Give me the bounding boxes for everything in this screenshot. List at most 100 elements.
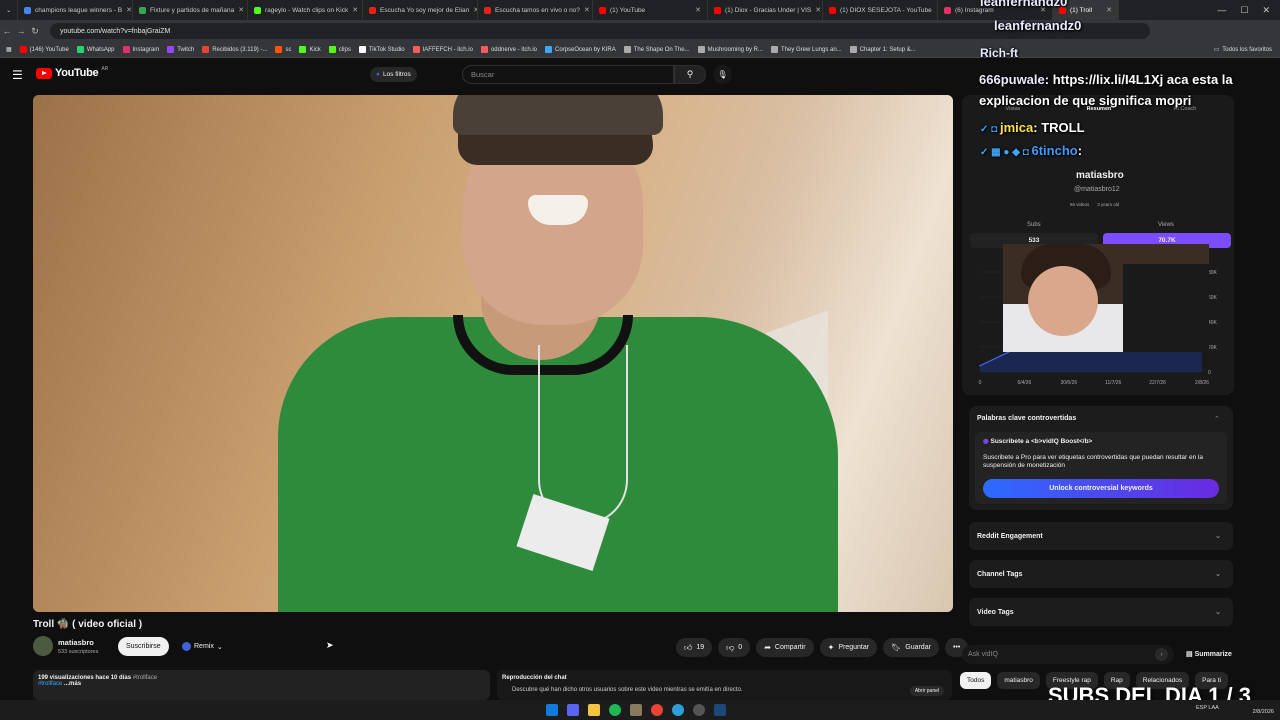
search-input[interactable]: Buscar — [462, 65, 674, 84]
chevron-up-icon[interactable]: ⌃ — [1214, 415, 1220, 423]
close-tab-icon[interactable]: ✕ — [1106, 6, 1112, 14]
ask-button[interactable]: ✦ Preguntar — [819, 638, 878, 657]
bookmark-item[interactable]: Kick — [299, 46, 321, 53]
filters-button[interactable]: ● Los filtros — [370, 67, 417, 82]
chip[interactable]: Todos — [960, 672, 992, 689]
mouse-cursor-icon: ➤ — [326, 640, 334, 650]
browser-tab[interactable]: (1) YouTube ✕ — [593, 0, 708, 20]
obs-icon[interactable] — [693, 704, 705, 716]
all-bookmarks-folder[interactable]: ▭ Todos los favoritos — [1214, 46, 1280, 54]
chevron-down-icon: ⌄ — [1215, 571, 1221, 578]
close-tab-icon[interactable]: ✕ — [126, 6, 132, 14]
apps-icon[interactable]: ▦ — [6, 46, 12, 53]
bookmark-item[interactable]: oddnerve - itch.io — [480, 46, 537, 53]
more-link[interactable]: ...más — [64, 681, 81, 687]
steam-icon[interactable] — [714, 704, 726, 716]
minimize-icon[interactable]: — — [1217, 5, 1226, 15]
system-tray[interactable]: 2/8/2026 — [1253, 702, 1274, 716]
youtube-logo[interactable]: YouTube AR — [36, 66, 108, 79]
tab-list-button[interactable]: ⌄ — [0, 0, 18, 20]
close-tab-icon[interactable]: ✕ — [352, 6, 358, 14]
close-tab-icon[interactable]: ✕ — [815, 6, 821, 14]
badge-icon: ✓ ▦ ● ◆ ◘ — [980, 147, 1032, 158]
send-icon[interactable]: › — [1155, 648, 1168, 661]
youtube-logo-text: YouTube — [55, 67, 99, 79]
browser-tab[interactable]: (1) DIOX SESEJOTA - YouTube✕ — [823, 0, 938, 20]
like-button[interactable]: 👍︎ 19 — [676, 638, 713, 657]
bookmark-item[interactable]: Mushrooming by R... — [697, 46, 763, 53]
chat-text: https://lix.li/I4L1Xj aca esta la — [1052, 72, 1233, 87]
section-channel-tags[interactable]: Channel Tags ⌄ — [969, 560, 1233, 588]
bookmark-label: The Shape On The... — [633, 46, 690, 53]
thumbs-up-icon: 👍︎ — [684, 642, 693, 652]
bookmark-item[interactable]: (146) YouTube — [19, 46, 69, 53]
forward-icon[interactable]: → — [14, 26, 28, 36]
browser-tab[interactable]: (1) Diox - Gracias Under | VIS ✕ — [708, 0, 823, 20]
vidiq-tab[interactable]: Resumen — [1056, 106, 1142, 120]
vidiq-tab[interactable]: AI Coach — [1142, 106, 1228, 120]
browser-tab[interactable]: Escucha tamos en vivo o no? ✕ — [478, 0, 593, 20]
vidiq-tab[interactable]: Vistas — [970, 106, 1056, 120]
dislike-button[interactable]: 👎︎ 0 — [718, 638, 751, 657]
bookmark-item[interactable]: TikTok Studio — [358, 46, 405, 53]
bookmark-item[interactable]: Instagram — [122, 46, 159, 53]
bookmark-favicon-icon — [849, 46, 857, 53]
discord-icon[interactable] — [567, 704, 579, 716]
bookmark-item[interactable]: The Shape On The... — [623, 46, 690, 53]
spotify-icon[interactable] — [609, 704, 621, 716]
app-icon[interactable] — [630, 704, 642, 716]
close-window-icon[interactable]: ✕ — [1262, 5, 1270, 16]
save-button[interactable]: 🔖︎ Guardar — [883, 638, 939, 657]
subscribe-button[interactable]: Suscribirse — [118, 637, 169, 656]
ask-vidiq-input[interactable]: Ask vidIQ › — [962, 645, 1174, 664]
close-tab-icon[interactable]: ✕ — [695, 6, 701, 14]
webcam-overlay — [1003, 244, 1209, 352]
bookmark-item[interactable]: sc — [275, 46, 291, 53]
dislike-count: 0 — [738, 644, 743, 651]
edge-icon[interactable] — [672, 704, 684, 716]
windows-start-icon[interactable] — [546, 704, 558, 716]
bookmark-label: Mushrooming by R... — [707, 46, 763, 53]
bookmark-item[interactable]: IAFFEFCH - itch.io — [412, 46, 473, 53]
bookmark-item[interactable]: Twitch — [167, 46, 194, 53]
browser-tab[interactable]: Fixture y partidos de mañana ✕ — [133, 0, 248, 20]
maximize-icon[interactable]: ☐ — [1240, 5, 1248, 16]
section-reddit-engagement[interactable]: Reddit Engagement ⌄ — [969, 522, 1233, 550]
mic-button[interactable]: 🎙 — [713, 65, 732, 84]
bookmark-item[interactable]: clips — [328, 46, 351, 53]
channel-avatar[interactable] — [33, 636, 53, 656]
description-box[interactable]: 199 visualizaciones hace 10 días #trollf… — [33, 670, 490, 700]
vidiq-channel-meta: 66 videos 3 years old — [1070, 202, 1119, 207]
open-panel-button[interactable]: Abrir panel — [909, 686, 944, 696]
bookmark-item[interactable]: CorpseOcean by KIRA — [545, 46, 616, 53]
video-player[interactable] — [33, 95, 953, 612]
url-field[interactable]: youtube.com/watch?v=fnbajGraiZM — [50, 23, 1150, 39]
folder-icon[interactable] — [588, 704, 600, 716]
remix-button[interactable]: Remix ⌄ — [176, 638, 229, 655]
bookmark-item[interactable]: Recibidos (3.119) -... — [202, 46, 267, 53]
section-video-tags[interactable]: Video Tags ⌄ — [969, 598, 1233, 626]
back-icon[interactable]: ← — [0, 26, 14, 36]
language-indicator[interactable]: ESP LAA — [1196, 705, 1219, 711]
browser-tab[interactable]: champions league winners - B ✕ — [18, 0, 133, 20]
close-tab-icon[interactable]: ✕ — [238, 6, 244, 14]
bookmark-item[interactable]: They Grew Lungs an... — [771, 46, 842, 53]
chat-overlay-line: leanfernandz0 — [994, 18, 1082, 33]
thumbs-down-icon: 👎︎ — [726, 642, 735, 652]
hashtag[interactable]: #trollface — [133, 675, 157, 681]
menu-icon[interactable]: ☰ — [12, 68, 23, 82]
summarize-button[interactable]: ▤ Summarize — [1186, 650, 1232, 658]
share-button[interactable]: ➦ Compartir — [756, 638, 814, 657]
browser-tab[interactable]: Escucha Yo soy mejor de Elian✕ — [363, 0, 478, 20]
chip[interactable]: matiasbro — [997, 672, 1040, 689]
search-button[interactable]: ⚲ — [674, 65, 706, 84]
hashtag-link[interactable]: #trollface — [38, 681, 62, 687]
browser-tab[interactable]: rageylo - Watch clips on Kick ✕ — [248, 0, 363, 20]
bookmark-item[interactable]: Chapter 1: Setup &... — [849, 46, 916, 53]
close-tab-icon[interactable]: ✕ — [584, 6, 590, 14]
channel-name[interactable]: matiasbro — [58, 638, 94, 647]
reload-icon[interactable]: ↻ — [28, 26, 42, 37]
chrome-icon[interactable] — [651, 704, 663, 716]
bookmark-item[interactable]: WhatsApp — [76, 46, 115, 53]
unlock-controversial-button[interactable]: Unlock controversial keywords — [983, 479, 1219, 498]
